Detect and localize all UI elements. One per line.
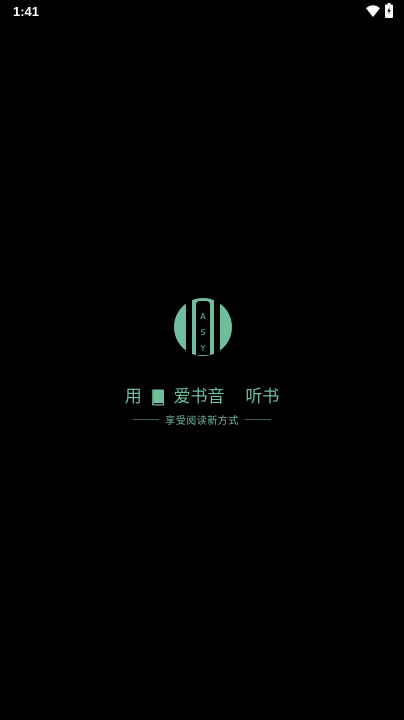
splash-screen: A S Y 用 爱书音 听书 享受阅读新方式 <box>0 0 404 720</box>
app-title-part-1: 用 <box>124 387 142 407</box>
logo-letter-s: S <box>200 328 205 337</box>
app-title-part-2: 爱书音 <box>173 387 225 407</box>
logo-letter-y: Y <box>200 344 206 353</box>
asy-logo-icon: A S Y <box>174 298 232 356</box>
tagline-divider-left <box>133 418 160 420</box>
tagline: 享受阅读新方式 <box>165 415 239 427</box>
logo-letter-a: A <box>200 312 206 321</box>
app-title: 用 爱书音 听书 <box>0 384 404 410</box>
book-icon <box>152 389 165 405</box>
app-title-part-3: 听书 <box>245 387 280 407</box>
tagline-divider-right <box>244 418 271 420</box>
tagline-row: 享受阅读新方式 <box>0 410 404 428</box>
